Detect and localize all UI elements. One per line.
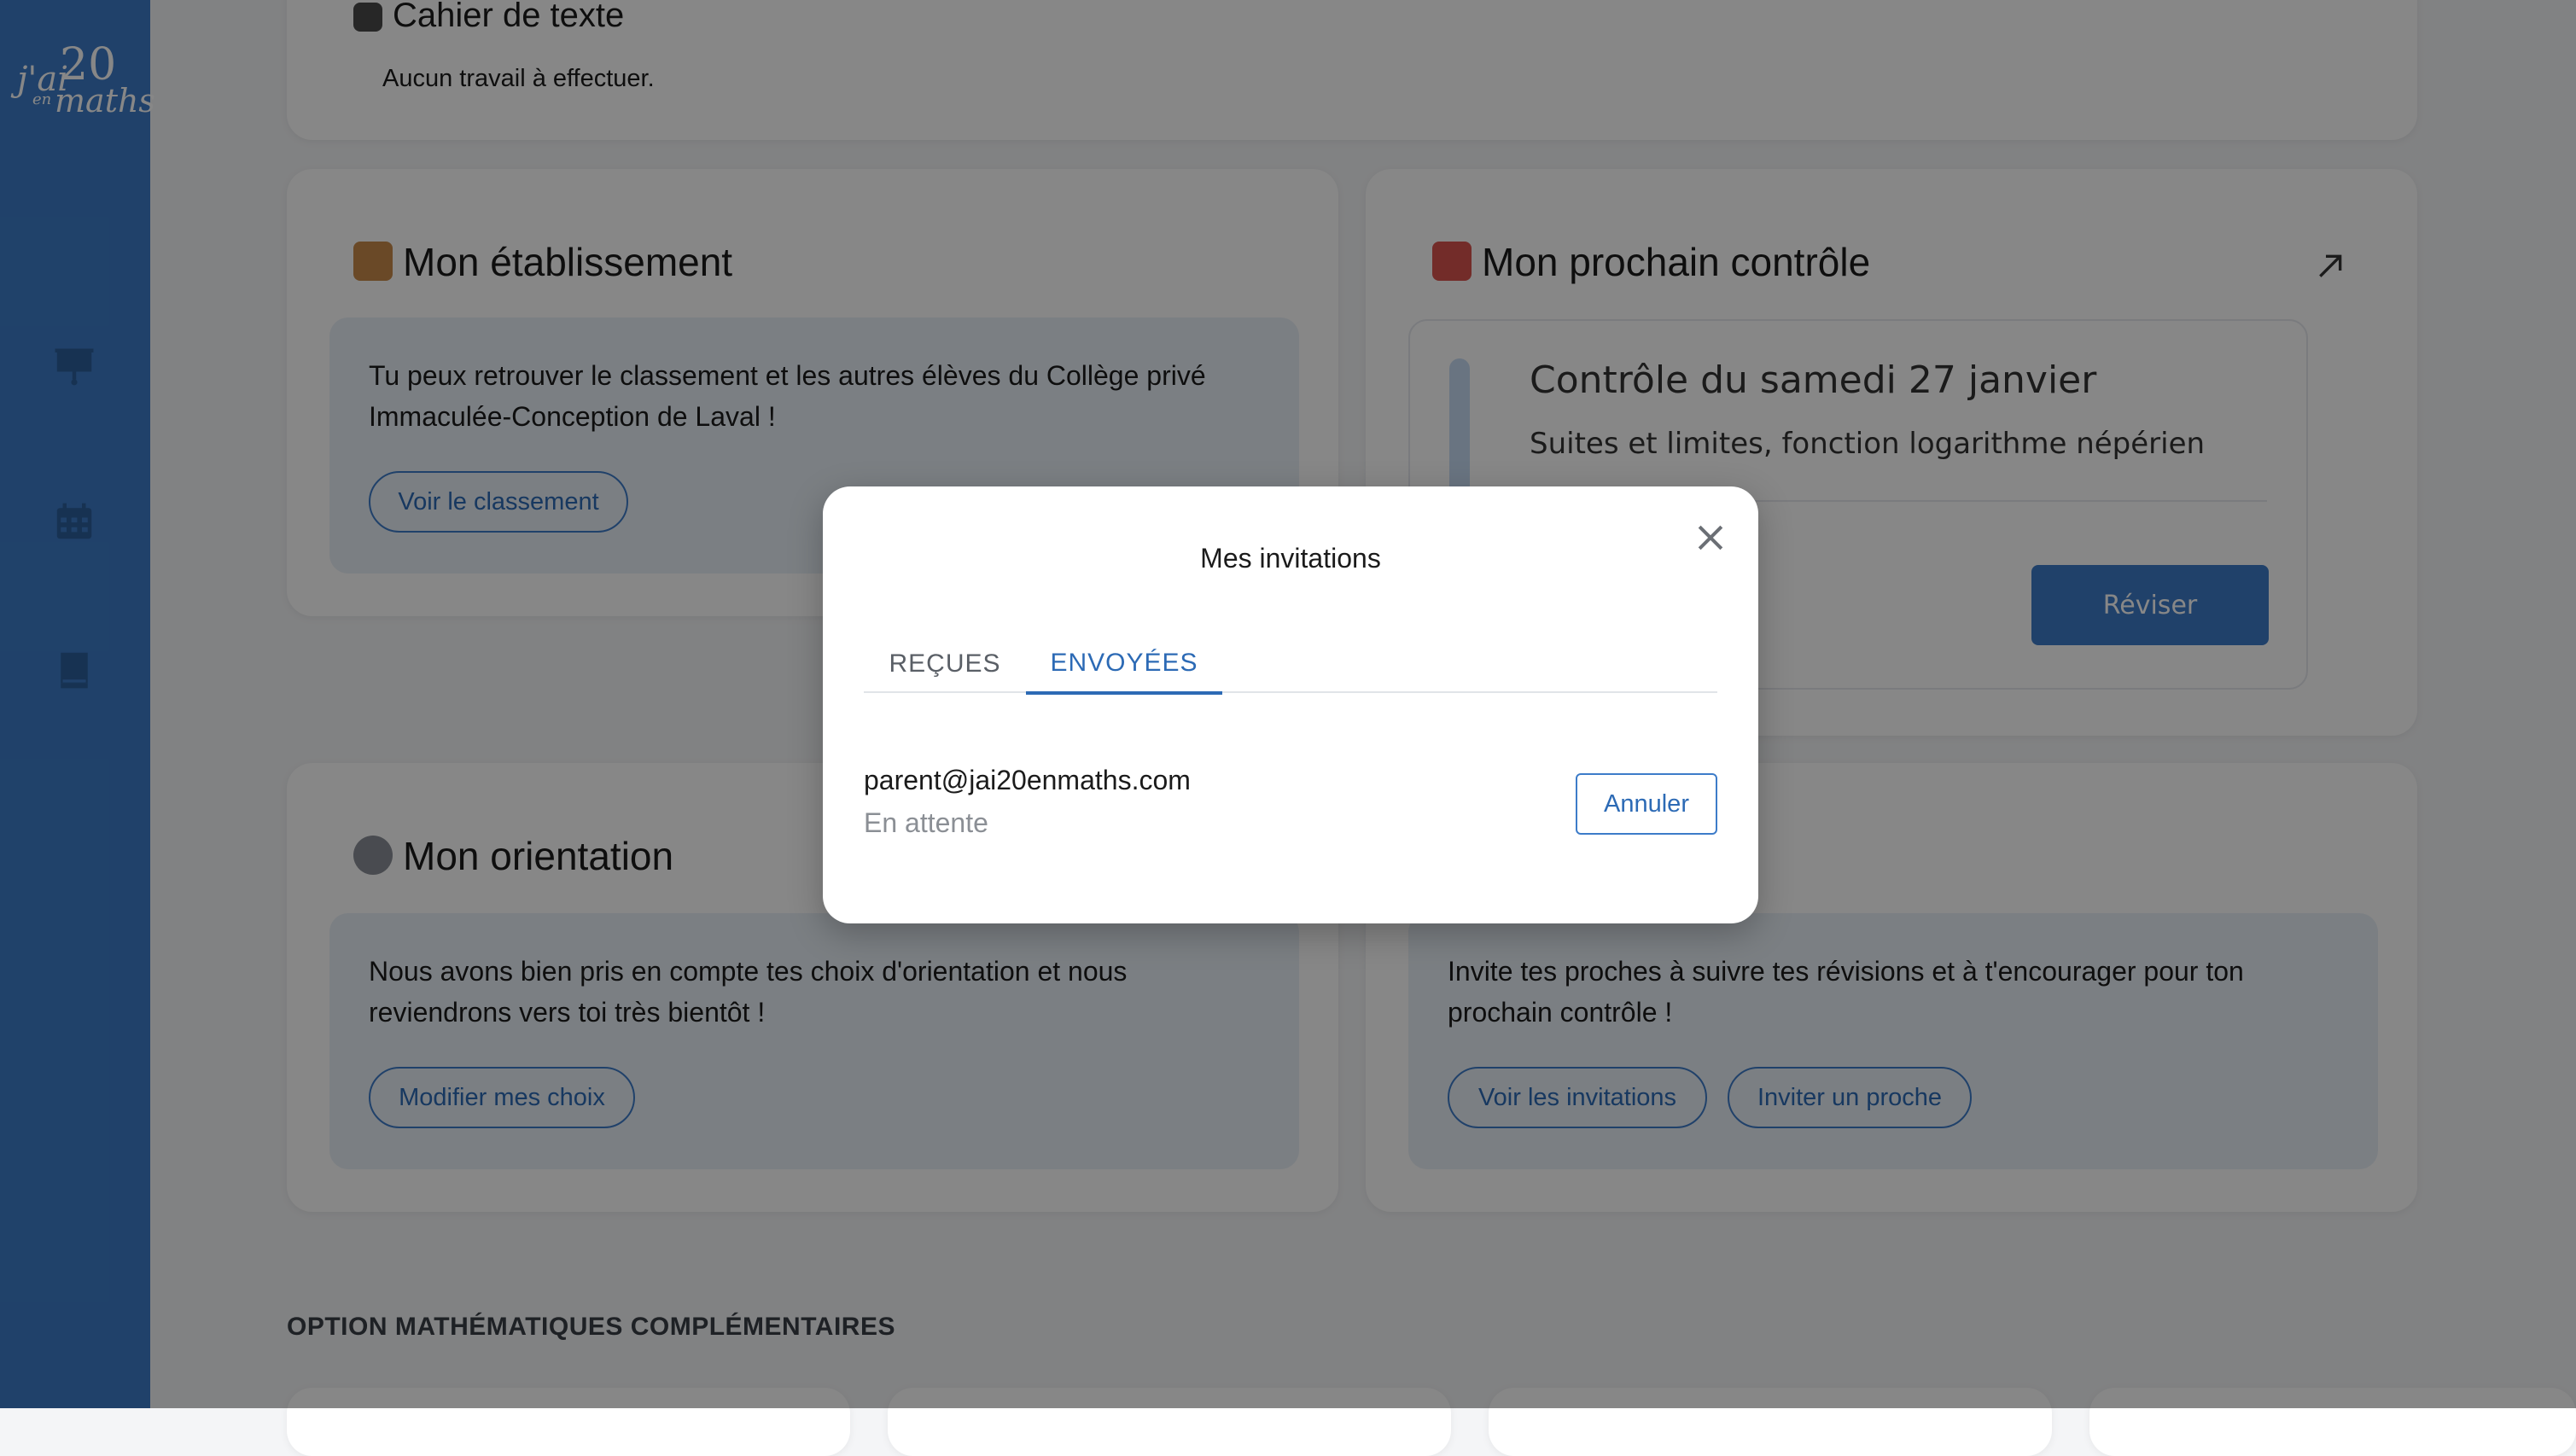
tab-envoyees[interactable]: ENVOYÉES bbox=[1026, 635, 1222, 695]
invitation-status: En attente bbox=[864, 807, 988, 838]
tab-recues[interactable]: REÇUES bbox=[864, 635, 1026, 693]
invitation-email: parent@jai20enmaths.com bbox=[864, 765, 1191, 795]
annuler-button[interactable]: Annuler bbox=[1576, 773, 1717, 835]
modal-title: Mes invitations bbox=[1200, 543, 1381, 574]
close-icon[interactable] bbox=[1692, 519, 1729, 556]
invitations-modal: Mes invitations REÇUES ENVOYÉES parent@j… bbox=[823, 486, 1758, 923]
invitation-tabs: REÇUES ENVOYÉES bbox=[864, 635, 1717, 695]
